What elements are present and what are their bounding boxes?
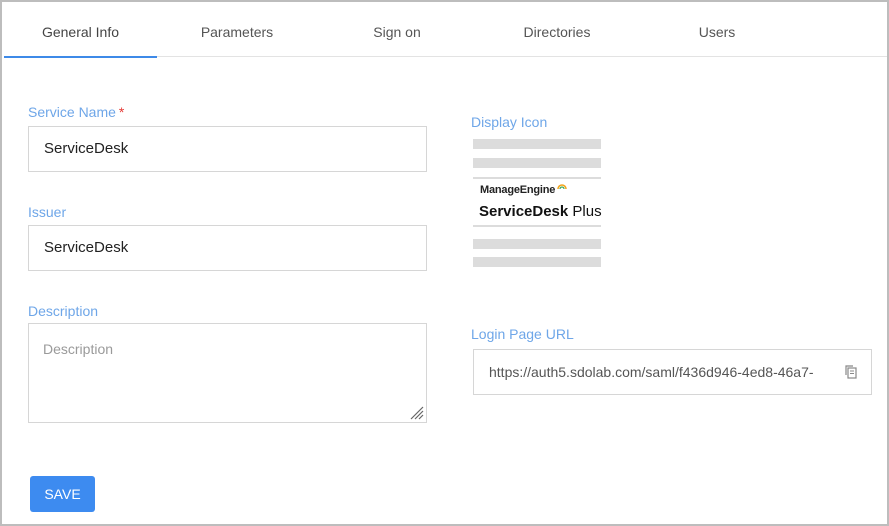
- icon-placeholder-bar: [473, 239, 601, 249]
- required-marker: *: [118, 104, 125, 120]
- description-placeholder: Description: [43, 341, 114, 357]
- description-textarea[interactable]: Description: [28, 323, 427, 423]
- copy-icon[interactable]: [843, 364, 859, 380]
- app-frame: General Info Parameters Sign on Director…: [0, 0, 889, 526]
- service-name-label: Service Name *: [28, 104, 124, 120]
- login-url-value: https://auth5.sdolab.com/saml/f436d946-4…: [489, 364, 814, 380]
- description-label: Description: [28, 303, 99, 319]
- display-icon-label: Display Icon: [471, 114, 548, 130]
- service-name-input[interactable]: ServiceDesk: [28, 126, 427, 172]
- icon-placeholder-bar: [473, 139, 601, 149]
- product-name-suffix: Plus: [568, 203, 602, 220]
- tab-bar: General Info Parameters Sign on Director…: [4, 4, 887, 58]
- service-name-label-text: Service Name: [28, 104, 116, 120]
- product-name: ServiceDesk Plus: [479, 203, 602, 220]
- icon-divider: [473, 225, 601, 227]
- resize-handle-icon[interactable]: [408, 404, 424, 420]
- product-name-bold: ServiceDesk: [479, 203, 569, 220]
- tab-directories[interactable]: Directories: [477, 4, 637, 57]
- issuer-label: Issuer: [28, 204, 67, 220]
- icon-placeholder-bar: [473, 257, 601, 267]
- brand-name: ManageEngine: [480, 184, 556, 196]
- display-icon-image[interactable]: ManageEngine ServiceDesk Plus: [473, 139, 602, 267]
- save-button[interactable]: SAVE: [30, 476, 95, 512]
- logo-arc-icon: [557, 184, 567, 190]
- icon-divider: [473, 177, 601, 179]
- tab-sign-on[interactable]: Sign on: [317, 4, 477, 57]
- manageengine-logo-text: ManageEngine: [480, 184, 567, 196]
- tab-parameters[interactable]: Parameters: [157, 4, 317, 57]
- issuer-input[interactable]: ServiceDesk: [28, 225, 427, 271]
- tab-users[interactable]: Users: [637, 4, 797, 57]
- login-url-label: Login Page URL: [471, 326, 574, 342]
- tab-general-info[interactable]: General Info: [4, 4, 157, 58]
- login-url-field[interactable]: https://auth5.sdolab.com/saml/f436d946-4…: [473, 349, 872, 395]
- icon-placeholder-bar: [473, 158, 601, 168]
